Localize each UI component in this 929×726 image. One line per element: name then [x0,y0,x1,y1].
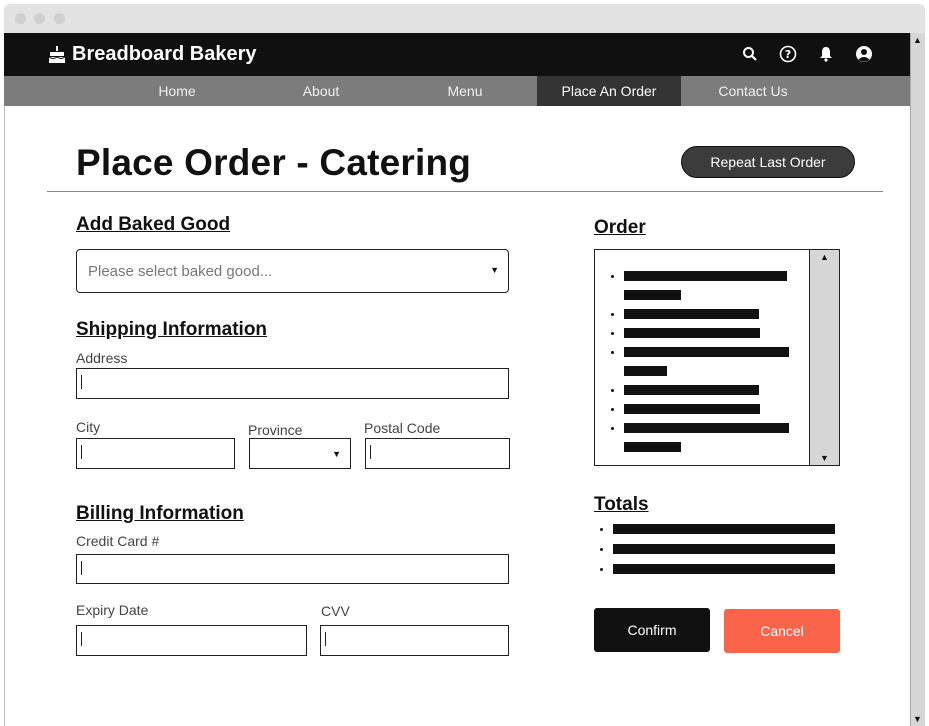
list-bullet [611,427,614,430]
order-item-placeholder [624,423,789,433]
order-item-placeholder [624,366,667,376]
nav-item-about[interactable]: About [249,76,393,106]
scroll-up-arrow-icon[interactable]: ▲ [913,35,922,45]
cancel-button[interactable]: Cancel [724,609,840,653]
list-bullet [611,389,614,392]
scroll-down-arrow-icon[interactable]: ▼ [913,714,922,724]
nav-item-menu[interactable]: Menu [393,76,537,106]
add-baked-good-heading: Add Baked Good [76,214,231,235]
province-select[interactable]: ▼ [249,438,351,469]
order-item-placeholder [624,442,681,452]
city-field[interactable] [76,438,235,469]
shipping-heading: Shipping Information [76,319,268,340]
list-bullet [600,548,603,551]
repeat-last-order-button[interactable]: Repeat Last Order [681,146,855,178]
search-icon[interactable] [740,44,760,64]
expiry-date-field[interactable] [76,625,307,656]
order-item-placeholder [624,290,681,300]
bell-icon[interactable] [816,44,836,64]
window-dot [54,13,65,24]
order-item-placeholder [624,309,759,319]
window-titlebar [4,4,925,33]
total-line-placeholder [613,524,835,534]
list-bullet [600,528,603,531]
page-title: Place Order - Catering [76,142,472,183]
province-label: Province [248,422,303,438]
totals-heading: Totals [594,494,649,515]
order-item-placeholder [624,385,759,395]
list-bullet [600,568,603,571]
credit-card-label: Credit Card # [76,533,160,549]
text-cursor [81,561,82,575]
confirm-button[interactable]: Confirm [594,608,710,652]
window-dot [34,13,45,24]
brand-name: Breadboard Bakery [72,43,257,65]
order-item-placeholder [624,347,789,357]
order-list[interactable]: ▲ ▼ [594,249,840,466]
text-cursor [81,375,82,389]
header-icons: ? [740,44,874,64]
expiry-date-label: Expiry Date [76,602,149,618]
list-bullet [611,275,614,278]
order-item-placeholder [624,271,787,281]
main-nav: Home About Menu Place An Order Contact U… [4,76,910,106]
postal-code-field[interactable] [365,438,510,469]
list-bullet [611,332,614,335]
svg-text:?: ? [785,48,791,61]
title-divider [47,191,883,192]
address-field[interactable] [76,368,509,399]
order-heading: Order [594,217,646,238]
billing-heading: Billing Information [76,503,244,524]
text-cursor [81,632,82,646]
baked-good-select[interactable]: Please select baked good... ▼ [76,249,509,293]
nav-item-contact[interactable]: Contact Us [681,76,825,106]
cvv-label: CVV [321,603,350,619]
nav-item-place-order[interactable]: Place An Order [537,76,681,106]
list-bullet [611,313,614,316]
nav-item-home[interactable]: Home [105,76,249,106]
postal-code-label: Postal Code [364,420,441,436]
text-cursor [325,632,326,646]
credit-card-field[interactable] [76,554,509,584]
list-bullet [611,351,614,354]
text-cursor [370,445,371,459]
total-line-placeholder [613,564,835,574]
order-item-placeholder [624,404,760,414]
scroll-up-arrow-icon[interactable]: ▲ [820,252,829,262]
total-line-placeholder [613,544,835,554]
cake-icon [48,45,66,63]
city-label: City [76,419,101,435]
brand-logo[interactable]: Breadboard Bakery [48,43,257,66]
baked-good-placeholder: Please select baked good... [88,263,273,280]
order-scrollbar[interactable]: ▲ ▼ [809,250,839,465]
site-header: Breadboard Bakery ? [4,33,910,76]
window-dot [15,13,26,24]
scroll-down-arrow-icon[interactable]: ▼ [820,453,829,463]
address-label: Address [76,350,128,366]
chevron-down-icon: ▼ [332,449,341,459]
page-scrollbar[interactable]: ▲ ▼ [910,33,925,726]
cvv-field[interactable] [320,625,509,656]
list-bullet [611,408,614,411]
chevron-down-icon: ▼ [490,265,499,275]
order-item-placeholder [624,328,760,338]
help-icon[interactable]: ? [778,44,798,64]
user-icon[interactable] [854,44,874,64]
text-cursor [81,445,82,459]
